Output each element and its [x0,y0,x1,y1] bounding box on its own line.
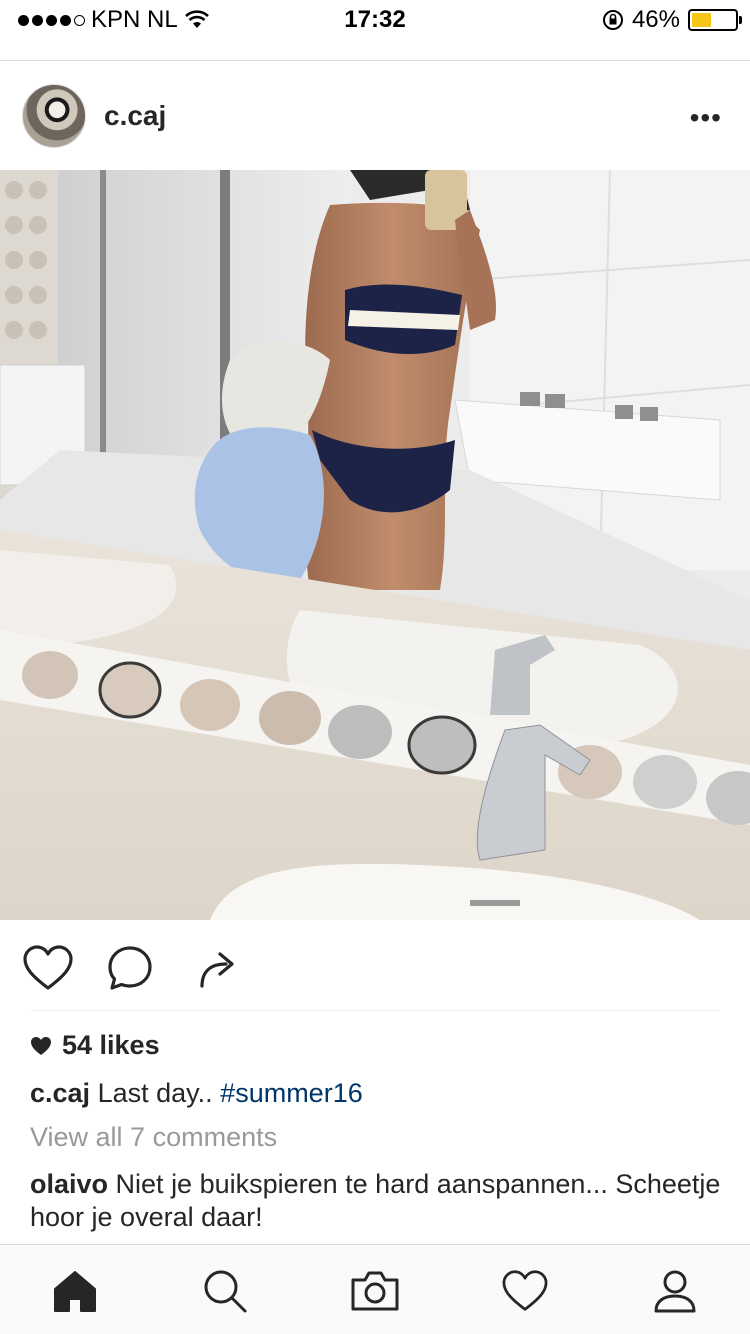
caption-username[interactable]: c.caj [30,1078,90,1108]
battery-fill [692,13,712,27]
tab-activity[interactable] [495,1261,555,1321]
profile-icon [654,1270,696,1313]
likes-count[interactable]: 54 likes [30,1030,160,1061]
home-icon [54,1271,96,1312]
comment-bubble-icon [108,946,152,990]
comment-text: Niet je buikspieren te hard aanspannen..… [30,1169,721,1232]
post-caption: c.caj Last day.. #summer16 [30,1076,730,1110]
more-options-button[interactable]: ••• [690,102,722,134]
post-actions [0,938,750,998]
post-photo[interactable] [0,170,750,920]
tab-home[interactable] [45,1261,105,1321]
heart-filled-icon [31,1036,51,1055]
comment-button[interactable] [100,938,160,998]
comment-item: olaivo Niet je buikspieren te hard aansp… [30,1168,730,1234]
likes-label: 54 likes [62,1030,160,1060]
camera-icon [351,1271,399,1311]
battery-icon [688,9,742,31]
orientation-lock-icon [602,10,623,30]
search-icon [204,1270,247,1313]
avatar[interactable] [22,84,86,148]
like-button[interactable] [18,938,78,998]
actions-divider [30,1010,720,1011]
status-right: 46% [602,6,742,34]
tab-profile[interactable] [645,1261,705,1321]
tab-search[interactable] [195,1261,255,1321]
view-all-comments-link[interactable]: View all 7 comments [30,1122,277,1153]
caption-text: Last day.. [97,1078,213,1108]
battery-percent: 46% [631,6,680,33]
share-arrow-icon [200,952,234,988]
post-photo-image [0,170,750,920]
status-bar: KPN NL 17:32 46% [0,0,750,40]
comment-username[interactable]: olaivo [30,1169,108,1199]
caption-hashtag[interactable]: #summer16 [220,1078,363,1108]
header-divider [0,60,750,61]
tab-camera[interactable] [345,1261,405,1321]
post-username[interactable]: c.caj [104,100,166,132]
bottom-tab-bar [0,1244,750,1334]
post-header: c.caj ••• [0,84,750,148]
heart-icon [23,945,73,990]
heart-icon [502,1270,548,1311]
share-button[interactable] [186,938,246,998]
